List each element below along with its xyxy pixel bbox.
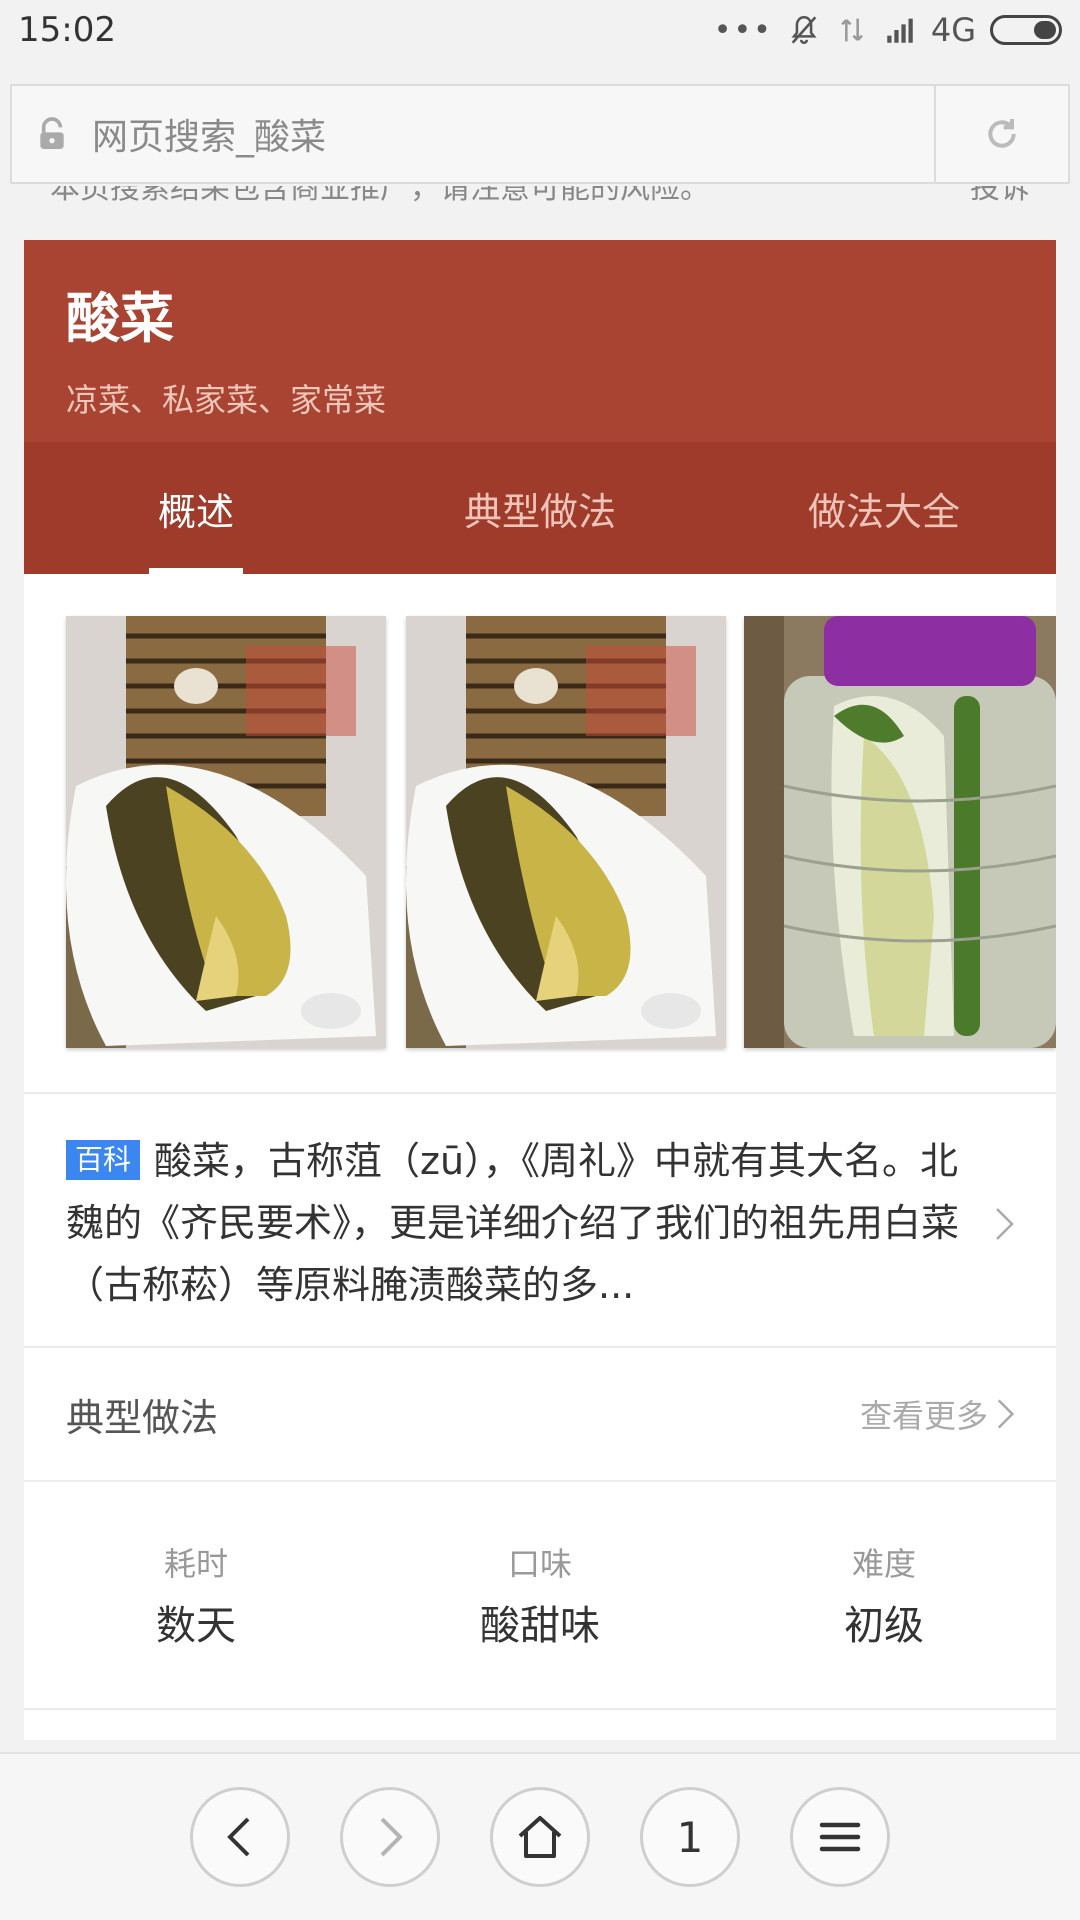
baike-summary[interactable]: 百科 酸菜，古称菹（zū），《周礼》中就有其大名。北魏的《齐民要术》，更是详细介绍…: [24, 1094, 1056, 1348]
menu-button[interactable]: [790, 1787, 890, 1887]
card-tabs: 概述 典型做法 做法大全: [24, 442, 1056, 574]
info-value: 初级: [844, 1603, 924, 1649]
lock-icon: [12, 114, 92, 154]
refresh-icon: [988, 119, 1016, 148]
typical-method-header: 典型做法 查看更多: [24, 1348, 1056, 1482]
ad-notice-text: 本页搜索结果包含商业推广，请注意可能的风险。: [50, 186, 710, 206]
see-more-link[interactable]: 查看更多: [860, 1391, 1016, 1437]
info-difficulty: 难度 初级: [712, 1482, 1056, 1708]
forward-icon: [380, 1817, 403, 1857]
ad-notice: 本页搜索结果包含商业推广，请注意可能的风险。 投诉: [0, 186, 1080, 216]
info-time: 耗时 数天: [24, 1482, 368, 1708]
info-taste: 口味 酸甜味: [368, 1482, 712, 1708]
status-time: 15:02: [18, 10, 116, 50]
card-header[interactable]: 酸菜 凉菜、私家菜、家常菜: [24, 240, 1056, 442]
pickled-cabbage-plate-photo[interactable]: [406, 616, 726, 1048]
see-more-label: 查看更多: [859, 1397, 988, 1435]
data-transfer-icon: [841, 18, 863, 42]
chevron-right-icon: [997, 1399, 1015, 1429]
network-type: 4G: [930, 11, 976, 49]
report-link[interactable]: 投诉: [970, 186, 1030, 206]
baike-text: 酸菜，古称菹（zū），《周礼》中就有其大名。北魏的《齐民要术》，更是详细介绍了我…: [66, 1139, 960, 1307]
pickled-cabbage-plate-photo[interactable]: [66, 616, 386, 1048]
pickled-cabbage-jar-photo[interactable]: [744, 616, 1056, 1048]
address-bar[interactable]: 网页搜索_酸菜: [10, 84, 1070, 184]
info-label: 耗时: [163, 1545, 228, 1583]
menu-icon: [819, 1822, 861, 1852]
home-icon: [518, 1816, 562, 1858]
battery-icon: [990, 15, 1062, 45]
baike-text-block: 百科 酸菜，古称菹（zū），《周礼》中就有其大名。北魏的《齐民要术》，更是详细介绍…: [66, 1130, 966, 1316]
signal-icon: [887, 18, 913, 43]
info-label: 口味: [507, 1545, 572, 1583]
mute-icon: [791, 15, 817, 44]
tab-all-methods[interactable]: 做法大全: [712, 442, 1056, 574]
card-subtitle: 凉菜、私家菜、家常菜: [66, 381, 387, 419]
info-value: 酸甜味: [480, 1603, 600, 1649]
tab-typical-method[interactable]: 典型做法: [368, 442, 712, 574]
back-button[interactable]: [190, 1787, 290, 1887]
baike-badge: 百科: [66, 1140, 141, 1180]
image-strip: [24, 574, 1056, 1094]
more-dots-icon: •••: [713, 12, 773, 48]
back-icon: [227, 1817, 250, 1857]
card-title: 酸菜: [66, 287, 174, 350]
address-text[interactable]: 网页搜索_酸菜: [92, 108, 934, 160]
forward-button[interactable]: [340, 1787, 440, 1887]
refresh-button[interactable]: [934, 86, 1068, 182]
recipe-info: 耗时 数天 口味 酸甜味 难度 初级: [24, 1482, 1056, 1710]
chevron-right-icon: [996, 1208, 1014, 1240]
info-label: 难度: [851, 1545, 916, 1583]
result-card: 酸菜 凉菜、私家菜、家常菜 概述 典型做法 做法大全 百科 酸菜，古称菹（zū）…: [24, 240, 1056, 1740]
home-button[interactable]: [490, 1787, 590, 1887]
bottom-nav: 1: [0, 1752, 1080, 1920]
status-icons: ••• 4G: [714, 11, 1062, 49]
tabs-counter-button[interactable]: 1: [640, 1787, 740, 1887]
section-title: 典型做法: [66, 1395, 219, 1440]
tab-overview[interactable]: 概述: [24, 442, 368, 574]
info-value: 数天: [156, 1603, 236, 1649]
tab-count: 1: [676, 1812, 704, 1862]
status-bar: 15:02 ••• 4G: [0, 0, 1080, 60]
